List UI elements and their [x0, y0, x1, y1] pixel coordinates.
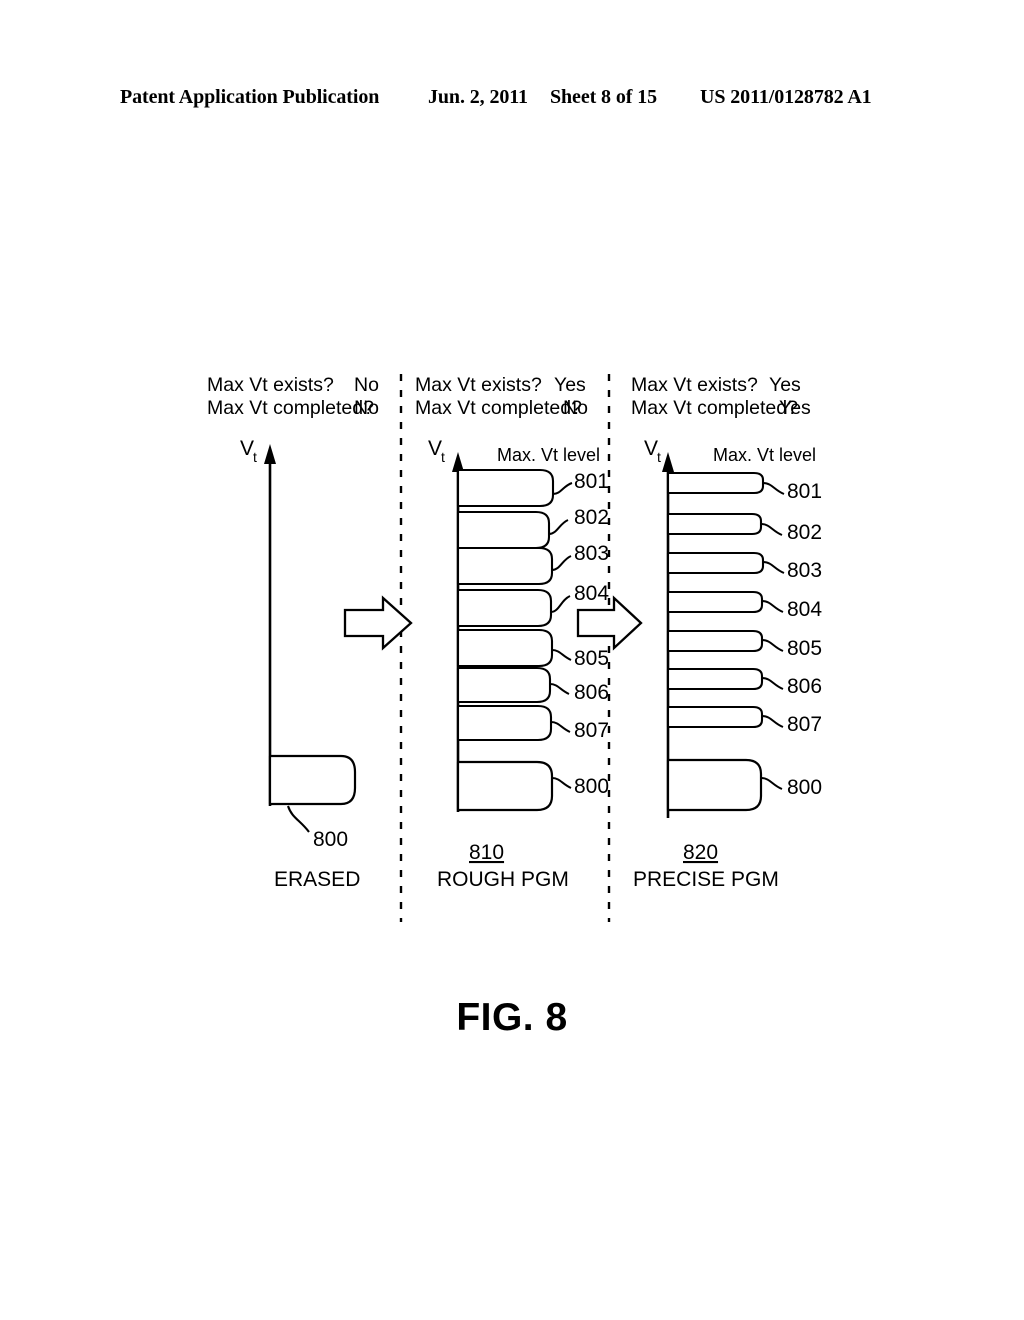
precise-distribution-804 — [666, 590, 764, 614]
precise-max-vt-level-label: Max. Vt level — [713, 445, 816, 465]
rough-leader-807 — [550, 721, 571, 733]
rough-panel-caption: ROUGH PGM — [437, 868, 569, 891]
precise-distribution-label-800: 800 — [787, 776, 822, 799]
precise-distribution-800 — [666, 758, 763, 812]
rough-leader-805 — [551, 649, 572, 661]
rough-distribution-label-803: 803 — [574, 542, 609, 565]
erased-question-exists-label: Max Vt exists? — [207, 374, 334, 396]
figure-8-drawing: Max Vt exists? No Max Vt completed? No V… — [0, 0, 1024, 1320]
precise-panel-caption: PRECISE PGM — [633, 868, 779, 891]
rough-distribution-label-802: 802 — [574, 506, 609, 529]
rough-leader-803 — [551, 555, 572, 571]
rough-distribution-802 — [456, 510, 551, 550]
precise-leader-802 — [760, 523, 783, 536]
precise-leader-800 — [760, 777, 783, 790]
rough-distribution-label-804: 804 — [574, 582, 609, 605]
rough-distribution-804 — [456, 588, 553, 628]
precise-distribution-label-804: 804 — [787, 598, 822, 621]
erased-question-completed-value: No — [354, 397, 379, 419]
precise-leader-803 — [762, 561, 785, 574]
erased-axis-label-vt-subscript: t — [253, 449, 257, 465]
rough-distribution-803 — [456, 546, 554, 586]
erased-axis-label-vt: V — [240, 437, 254, 460]
erased-panel-caption: ERASED — [274, 868, 360, 891]
rough-distribution-805 — [456, 628, 554, 668]
rough-leader-801 — [552, 482, 573, 495]
precise-leader-804 — [761, 600, 784, 613]
rough-distribution-label-800: 800 — [574, 775, 609, 798]
precise-leader-807 — [761, 715, 784, 728]
precise-distribution-801 — [666, 471, 765, 495]
rough-distribution-806 — [456, 666, 552, 704]
erased-distribution-label-800: 800 — [313, 828, 348, 851]
erased-question-exists-value: No — [354, 374, 379, 396]
rough-axis-label-vt-subscript: t — [441, 449, 445, 465]
erased-question-completed-label: Max Vt completed? — [207, 397, 374, 419]
erased-vt-axis-arrowhead — [264, 444, 276, 464]
precise-distribution-label-807: 807 — [787, 713, 822, 736]
erased-leader-800 — [287, 805, 310, 833]
figure-caption: FIG. 8 — [456, 996, 568, 1039]
erased-distribution-800 — [268, 754, 357, 806]
precise-distribution-805 — [666, 629, 764, 653]
precise-distribution-label-805: 805 — [787, 637, 822, 660]
precise-leader-805 — [761, 639, 784, 652]
rough-distribution-807 — [456, 704, 553, 742]
precise-distribution-label-806: 806 — [787, 675, 822, 698]
rough-leader-804 — [550, 595, 571, 613]
rough-panel-ref-number: 810 — [469, 841, 504, 864]
precise-distribution-807 — [666, 705, 764, 729]
rough-distribution-label-805: 805 — [574, 647, 609, 670]
arrow-erased-to-rough-icon — [343, 595, 413, 651]
rough-question-exists-value: Yes — [554, 374, 586, 396]
rough-max-vt-level-label: Max. Vt level — [497, 445, 600, 465]
precise-panel-ref-number: 820 — [683, 841, 718, 864]
rough-leader-806 — [549, 683, 570, 695]
rough-question-completed-value: No — [563, 397, 588, 419]
precise-question-completed-value: Yes — [779, 397, 811, 419]
precise-axis-label-vt-subscript: t — [657, 449, 661, 465]
precise-axis-label-vt: V — [644, 437, 658, 460]
precise-question-exists-value: Yes — [769, 374, 801, 396]
rough-leader-800 — [551, 777, 572, 789]
precise-leader-801 — [762, 482, 785, 495]
rough-distribution-800 — [456, 760, 554, 812]
rough-distribution-label-801: 801 — [574, 470, 609, 493]
precise-distribution-802 — [666, 512, 763, 536]
precise-distribution-label-802: 802 — [787, 521, 822, 544]
rough-distribution-label-806: 806 — [574, 681, 609, 704]
precise-distribution-803 — [666, 551, 765, 575]
precise-distribution-label-801: 801 — [787, 480, 822, 503]
arrow-rough-to-precise-icon — [576, 595, 643, 651]
rough-question-completed-label: Max Vt completed? — [415, 397, 582, 419]
precise-distribution-806 — [666, 667, 764, 691]
precise-distribution-label-803: 803 — [787, 559, 822, 582]
rough-leader-802 — [548, 519, 569, 535]
rough-axis-label-vt: V — [428, 437, 442, 460]
precise-question-completed-label: Max Vt completed? — [631, 397, 798, 419]
precise-question-exists-label: Max Vt exists? — [631, 374, 758, 396]
rough-distribution-label-807: 807 — [574, 719, 609, 742]
panel-precise-pgm: Max Vt exists? Yes Max Vt completed? Yes… — [631, 374, 822, 891]
precise-leader-806 — [761, 677, 784, 690]
rough-question-exists-label: Max Vt exists? — [415, 374, 542, 396]
rough-distribution-801 — [456, 468, 555, 508]
precise-vt-axis-arrowhead — [662, 452, 674, 472]
